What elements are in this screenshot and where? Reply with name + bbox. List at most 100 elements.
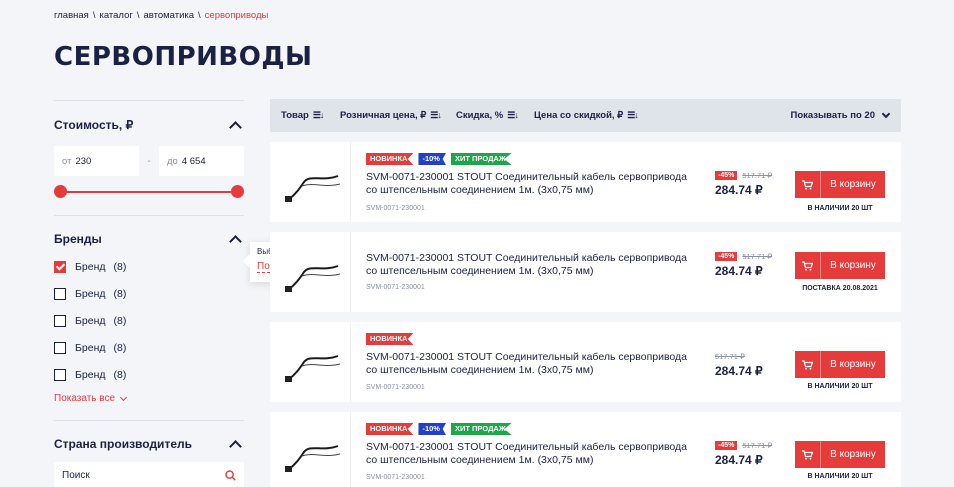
old-price: 517.71 ₽ — [742, 252, 773, 261]
badges: НОВИНКА — [366, 333, 418, 345]
badge-discount: -10% — [418, 423, 446, 435]
cart-icon — [795, 252, 821, 279]
search-icon[interactable] — [225, 469, 236, 481]
product-card: НОВИНКА SVM-0071-230001 STOUT Соединител… — [270, 322, 901, 402]
price-filter-title: Стоимость, ₽ — [54, 118, 134, 132]
sort-label: Цена со скидкой, ₽ — [534, 110, 624, 121]
per-page-select[interactable]: Показывать по 20 — [791, 109, 891, 121]
breadcrumb-separator: \ — [136, 10, 140, 21]
slider-max-handle[interactable] — [231, 185, 244, 198]
breadcrumb-catalog[interactable]: каталог — [99, 10, 132, 21]
slider-min-handle[interactable] — [54, 185, 67, 198]
cart-label: В корзину — [830, 449, 876, 460]
product-name[interactable]: SVM-0071-230001 STOUT Соединительный каб… — [366, 252, 696, 278]
breadcrumb-separator: \ — [198, 10, 201, 21]
cart-label: В корзину — [830, 179, 876, 190]
badge-discount: -10% — [418, 153, 446, 165]
sort-bar: Товар ☰↓ Розничная цена, ₽ ☰↓ Скидка, % ☰↓ … — [270, 99, 901, 132]
price-from-prefix: от — [62, 155, 72, 167]
badges: НОВИНКА -10% ХИТ ПРОДАЖ — [366, 423, 517, 435]
sort-icon: ☰↓ — [507, 110, 519, 120]
product-name[interactable]: SVM-0071-230001 STOUT Соединительный каб… — [366, 441, 696, 467]
sort-label: Розничная цена, ₽ — [340, 110, 427, 121]
chevron-up-icon[interactable] — [229, 121, 242, 134]
current-price: 284.74 ₽ — [715, 364, 763, 378]
product-image[interactable] — [282, 430, 344, 474]
checkbox[interactable] — [54, 288, 66, 300]
product-image[interactable] — [282, 340, 344, 384]
brand-label: Бренд — [75, 288, 106, 300]
brands-filter: Бренды Бренд (8) Бренд (8) Бренд (8) Бре… — [54, 232, 244, 404]
search-placeholder: Поиск — [62, 469, 90, 481]
price-filter: Стоимость, ₽ от 230 - до 4 654 — [54, 118, 244, 199]
current-price: 284.74 ₽ — [715, 453, 763, 467]
divider — [350, 142, 351, 222]
brand-count: (8) — [113, 342, 127, 354]
sort-by-discount[interactable]: Скидка, % ☰↓ — [456, 110, 519, 121]
badge-new: НОВИНКА — [366, 333, 414, 345]
product-sku: SVM-0071-230001 — [366, 205, 425, 212]
checkbox[interactable] — [54, 342, 66, 354]
badge-bestseller: ХИТ ПРОДАЖ — [450, 423, 512, 435]
divider — [350, 322, 351, 402]
badge-new: НОВИНКА — [366, 153, 414, 165]
badges: НОВИНКА -10% ХИТ ПРОДАЖ — [366, 153, 517, 165]
add-to-cart-button[interactable]: В корзину — [795, 351, 885, 378]
stock-status: В НАЛИЧИИ 20 ШТ — [807, 205, 873, 212]
breadcrumb-home[interactable]: главная — [54, 10, 89, 21]
brand-option[interactable]: Бренд (8) — [54, 260, 244, 274]
old-price: 517.71 ₽ — [742, 171, 773, 180]
sort-by-retail-price[interactable]: Розничная цена, ₽ ☰↓ — [340, 110, 442, 121]
badge-new: НОВИНКА — [366, 423, 414, 435]
country-search-input[interactable]: Поиск — [54, 462, 244, 487]
brand-count: (8) — [113, 288, 127, 300]
stock-status: В НАЛИЧИИ 20 ШТ — [807, 473, 873, 480]
product-name[interactable]: SVM-0071-230001 STOUT Соединительный каб… — [366, 171, 696, 197]
brand-count: (8) — [113, 369, 127, 381]
brand-count: (8) — [113, 261, 127, 273]
brand-option[interactable]: Бренд (8) — [54, 368, 244, 382]
product-image[interactable] — [282, 160, 344, 204]
show-all-brands-link[interactable]: Показать все — [54, 393, 244, 404]
product-name[interactable]: SVM-0071-230001 STOUT Соединительный каб… — [366, 351, 696, 377]
product-card: НОВИНКА -10% ХИТ ПРОДАЖ SVM-0071-230001 … — [270, 412, 901, 487]
brand-label: Бренд — [75, 315, 106, 327]
product-image[interactable] — [282, 250, 344, 294]
brand-label: Бренд — [75, 261, 106, 273]
country-filter-header[interactable]: Страна производитель — [54, 437, 244, 453]
divider — [54, 420, 244, 421]
sort-label: Скидка, % — [456, 110, 504, 121]
product-sku: SVM-0071-230001 — [366, 284, 425, 291]
old-price: 517.71 ₽ — [715, 352, 745, 361]
brands-filter-header[interactable]: Бренды — [54, 232, 244, 248]
discount-tag: -45% — [715, 171, 738, 180]
brand-option[interactable]: Бренд (8) — [54, 341, 244, 355]
breadcrumb-automation[interactable]: автоматика — [143, 10, 194, 21]
brands-filter-title: Бренды — [54, 232, 102, 246]
add-to-cart-button[interactable]: В корзину — [795, 171, 885, 198]
add-to-cart-button[interactable]: В корзину — [795, 252, 885, 279]
checkbox[interactable] — [54, 369, 66, 381]
price-from-field[interactable]: от 230 — [54, 146, 139, 176]
brand-option[interactable]: Бренд (8) — [54, 314, 244, 328]
add-to-cart-button[interactable]: В корзину — [795, 441, 885, 468]
checkbox-checked[interactable] — [54, 261, 66, 273]
current-price: 284.74 ₽ — [715, 183, 763, 197]
price-range-slider[interactable] — [54, 185, 244, 199]
checkbox[interactable] — [54, 315, 66, 327]
brand-option[interactable]: Бренд (8) — [54, 287, 244, 301]
brand-count: (8) — [113, 315, 127, 327]
sort-by-product[interactable]: Товар ☰↓ — [281, 110, 324, 121]
sort-by-sale-price[interactable]: Цена со скидкой, ₽ ☰↓ — [534, 110, 639, 121]
divider — [350, 232, 351, 312]
product-card: SVM-0071-230001 STOUT Соединительный каб… — [270, 232, 901, 312]
chevron-down-icon — [881, 109, 891, 119]
page-title: СЕРВОПРИВОДЫ — [54, 42, 313, 72]
sort-icon: ☰↓ — [627, 110, 639, 120]
chevron-up-icon[interactable] — [229, 440, 242, 453]
breadcrumb-current: сервоприводы — [204, 10, 269, 21]
price-block: 517.71 ₽ 284.74 ₽ — [715, 352, 763, 378]
price-filter-header[interactable]: Стоимость, ₽ — [54, 118, 244, 134]
price-to-field[interactable]: до 4 654 — [159, 146, 244, 176]
chevron-up-icon[interactable] — [229, 235, 242, 248]
